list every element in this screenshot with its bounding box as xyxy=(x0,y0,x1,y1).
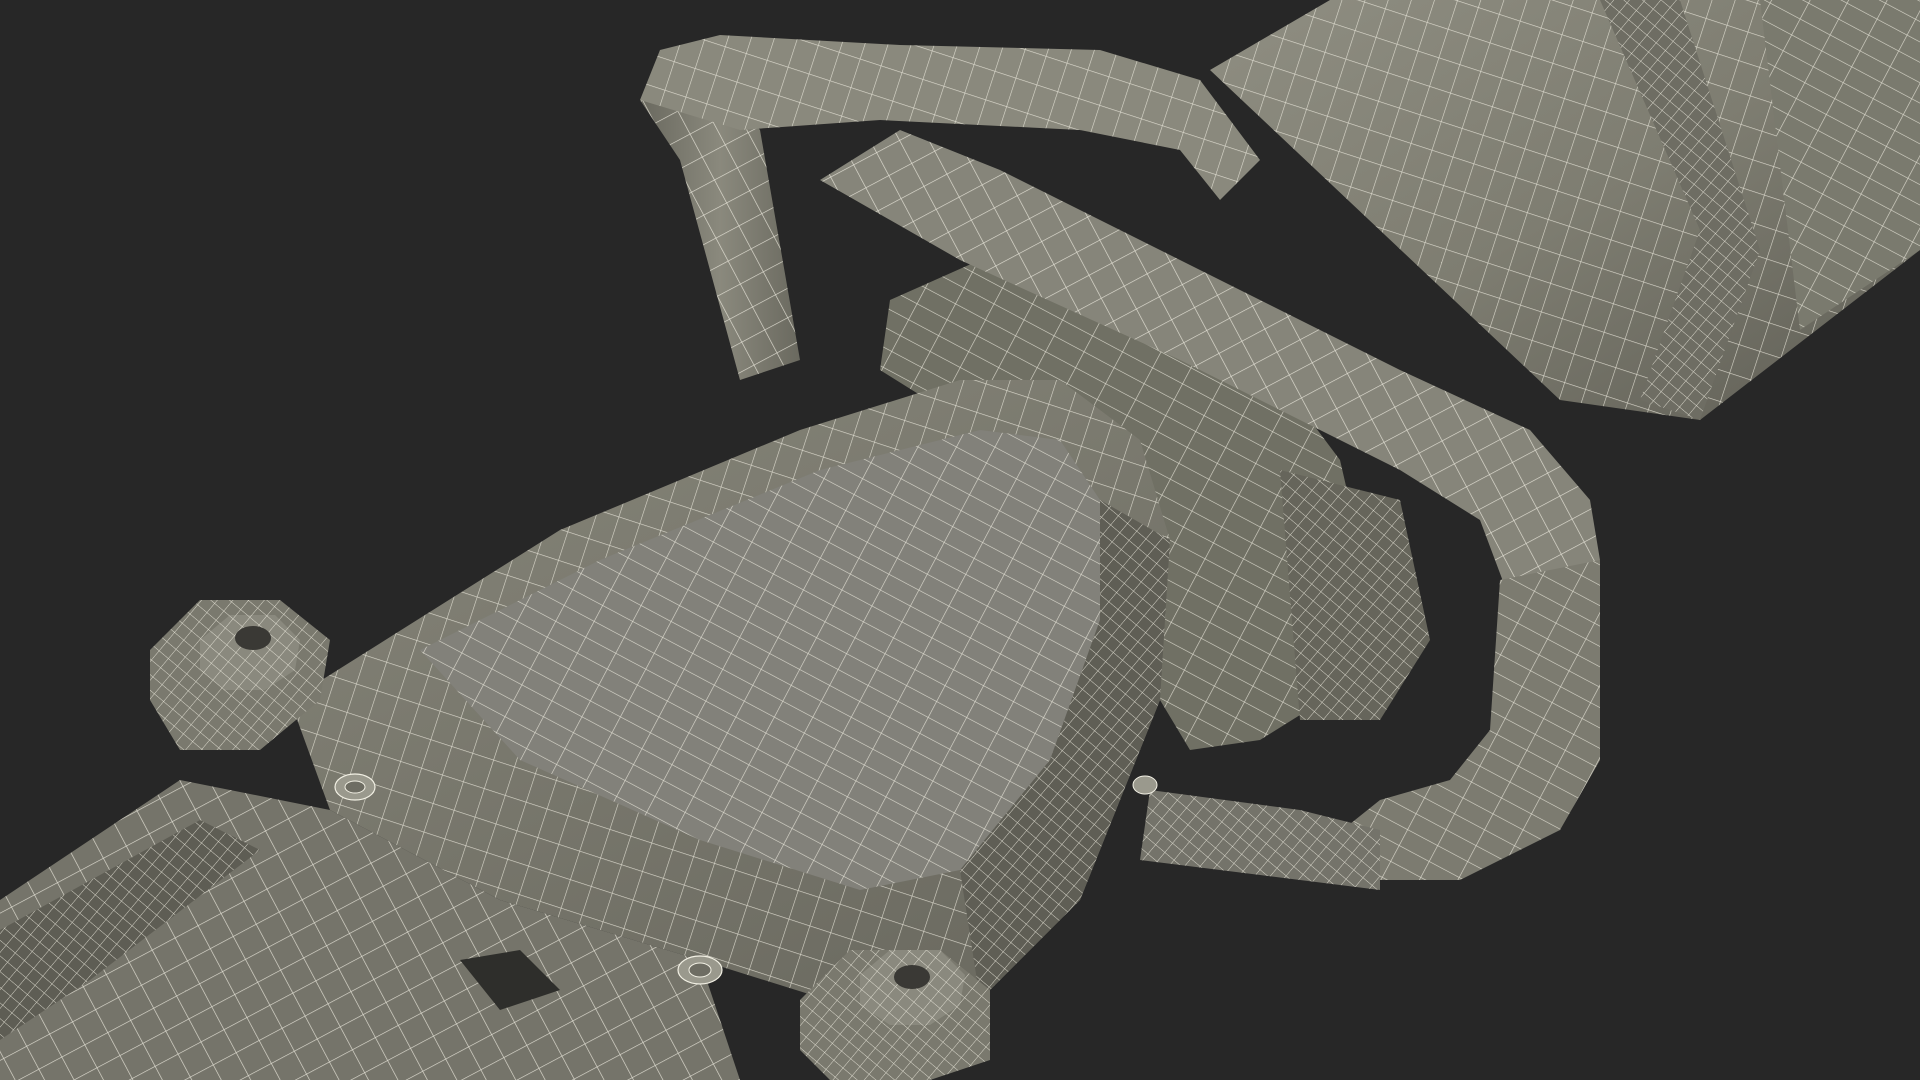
wireframe-render xyxy=(0,0,1920,1080)
rivet-small-2 xyxy=(677,955,723,985)
render-viewport xyxy=(0,0,1920,1080)
rivet-small-3 xyxy=(1132,775,1158,795)
rivet-small-1 xyxy=(334,773,376,801)
